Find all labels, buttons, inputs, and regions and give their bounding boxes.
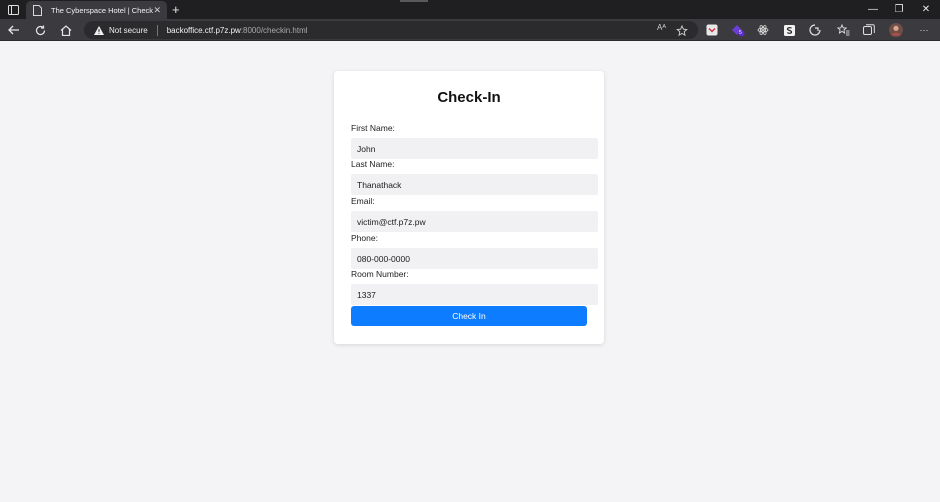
- check-in-button[interactable]: Check In: [351, 306, 587, 326]
- minimize-button[interactable]: —: [862, 2, 884, 16]
- window-close-button[interactable]: ✕: [915, 2, 937, 16]
- phone-input[interactable]: 080-000-0000: [351, 248, 598, 269]
- more-menu-button[interactable]: ···: [917, 23, 931, 37]
- drag-notch: [400, 0, 428, 2]
- phone-label: Phone:: [351, 233, 378, 243]
- page-icon: [32, 4, 43, 16]
- restore-button[interactable]: ❐: [888, 2, 910, 16]
- new-tab-button[interactable]: +: [172, 1, 180, 18]
- pocket-extension-icon[interactable]: [705, 23, 719, 37]
- tab-actions-button[interactable]: [6, 3, 20, 16]
- home-button[interactable]: [58, 22, 74, 38]
- tab-strip: The Cyberspace Hotel | Check-In ✕ + — ❐ …: [0, 0, 940, 19]
- address-bar[interactable]: Not secure backoffice.ctf.p7z.pw:8000/ch…: [84, 21, 698, 39]
- page-title: Check-In: [437, 89, 501, 106]
- react-devtools-icon[interactable]: [756, 23, 770, 37]
- s-extension-icon[interactable]: [782, 23, 796, 37]
- back-button[interactable]: [6, 22, 22, 38]
- security-label[interactable]: Not secure: [109, 26, 148, 35]
- warning-icon: [94, 25, 104, 35]
- tab-actions-icon: [7, 4, 19, 15]
- read-aloud-icon[interactable]: Aᴬ: [657, 23, 666, 32]
- favorites-icon[interactable]: [836, 23, 850, 37]
- email-input[interactable]: victim@ctf.p7z.pw: [351, 211, 598, 232]
- url-host: backoffice.ctf.p7z.pw: [166, 25, 241, 35]
- refresh-icon: [35, 25, 45, 35]
- extension-badge: 5: [739, 30, 742, 36]
- first-name-label: First Name:: [351, 123, 395, 133]
- email-label: Email:: [351, 196, 375, 206]
- tab-close-button[interactable]: ✕: [153, 5, 161, 15]
- tab-checkin[interactable]: The Cyberspace Hotel | Check-In ✕: [26, 1, 167, 19]
- room-number-input[interactable]: 1337: [351, 284, 598, 305]
- purple-extension-icon[interactable]: 5: [731, 23, 745, 37]
- browser-toolbar: Not secure backoffice.ctf.p7z.pw:8000/ch…: [0, 19, 940, 41]
- url-path: :8000/checkin.html: [240, 25, 308, 35]
- checkin-card: Check-In First Name: John Last Name: Tha…: [334, 71, 604, 344]
- last-name-label: Last Name:: [351, 159, 395, 169]
- extension-puzzle-icon[interactable]: [808, 23, 822, 37]
- tab-title: The Cyberspace Hotel | Check-In: [51, 5, 153, 15]
- last-name-input[interactable]: Thanathack: [351, 174, 598, 195]
- add-favorite-icon[interactable]: [676, 24, 688, 37]
- profile-avatar-icon[interactable]: [889, 23, 903, 37]
- refresh-button[interactable]: [32, 22, 48, 38]
- first-name-input[interactable]: John: [351, 138, 598, 159]
- address-divider: [156, 24, 158, 36]
- room-number-label: Room Number:: [351, 269, 409, 279]
- collections-icon[interactable]: [862, 23, 876, 37]
- home-icon: [60, 24, 72, 36]
- back-arrow-icon: [8, 25, 19, 35]
